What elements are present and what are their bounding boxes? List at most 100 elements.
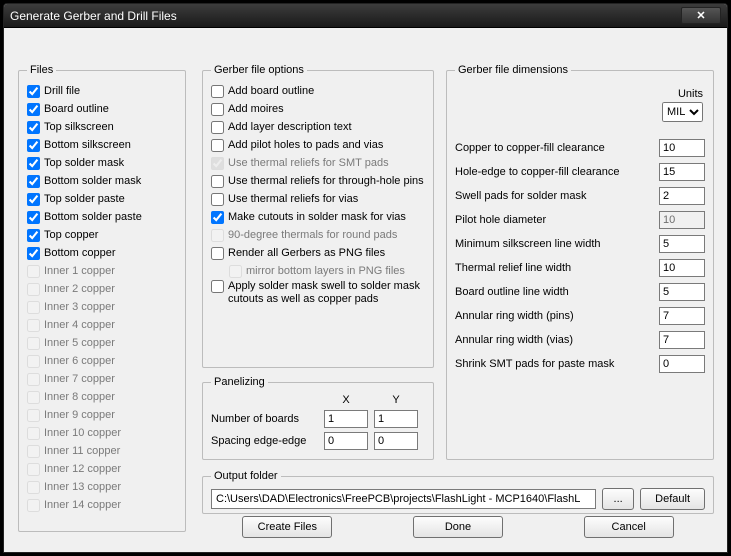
close-icon: ✕ bbox=[696, 9, 705, 22]
dimension-input[interactable] bbox=[659, 187, 705, 205]
files-label: Bottom silkscreen bbox=[44, 139, 131, 151]
button-row: Create Files Done Cancel bbox=[202, 516, 714, 538]
files-item: Inner 4 copper bbox=[27, 316, 177, 334]
files-label: Inner 4 copper bbox=[44, 319, 115, 331]
files-checkbox[interactable] bbox=[27, 175, 40, 188]
gerber-option-checkbox[interactable] bbox=[211, 103, 224, 116]
files-label: Inner 11 copper bbox=[44, 445, 120, 457]
gerber-options-group: Gerber file options Add board outlineAdd… bbox=[202, 64, 434, 368]
dimension-input[interactable] bbox=[659, 235, 705, 253]
dimension-input[interactable] bbox=[659, 259, 705, 277]
dimension-label: Hole-edge to copper-fill clearance bbox=[455, 166, 659, 178]
close-button[interactable]: ✕ bbox=[681, 7, 721, 24]
files-item: Bottom solder mask bbox=[27, 172, 177, 190]
gerber-option-checkbox[interactable] bbox=[211, 280, 224, 293]
files-item: Inner 10 copper bbox=[27, 424, 177, 442]
panelizing-row-label: Spacing edge-edge bbox=[211, 435, 321, 447]
dimension-row: Annular ring width (pins) bbox=[455, 304, 705, 328]
gerber-option-checkbox[interactable] bbox=[211, 211, 224, 224]
files-checkbox bbox=[27, 265, 40, 278]
files-checkbox[interactable] bbox=[27, 193, 40, 206]
files-label: Top silkscreen bbox=[44, 121, 114, 133]
files-checkbox[interactable] bbox=[27, 157, 40, 170]
files-item: Drill file bbox=[27, 82, 177, 100]
files-checkbox[interactable] bbox=[27, 121, 40, 134]
files-item: Bottom silkscreen bbox=[27, 136, 177, 154]
dimension-label: Annular ring width (pins) bbox=[455, 310, 659, 322]
gerber-option-item: 90-degree thermals for round pads bbox=[211, 226, 425, 244]
units-label: Units bbox=[662, 88, 703, 100]
done-button[interactable]: Done bbox=[413, 516, 503, 538]
files-checkbox[interactable] bbox=[27, 229, 40, 242]
files-label: Bottom copper bbox=[44, 247, 116, 259]
cancel-button[interactable]: Cancel bbox=[584, 516, 674, 538]
dimension-input[interactable] bbox=[659, 163, 705, 181]
gerber-option-checkbox[interactable] bbox=[211, 247, 224, 260]
files-checkbox[interactable] bbox=[27, 103, 40, 116]
gerber-option-checkbox bbox=[211, 157, 224, 170]
gerber-option-item: Use thermal reliefs for through-hole pin… bbox=[211, 172, 425, 190]
gerber-option-label: Use thermal reliefs for SMT pads bbox=[228, 157, 389, 169]
dimension-row: Swell pads for solder mask bbox=[455, 184, 705, 208]
default-button[interactable]: Default bbox=[640, 488, 705, 510]
dimension-input[interactable] bbox=[659, 355, 705, 373]
files-label: Bottom solder mask bbox=[44, 175, 141, 187]
gerber-option-label: Apply solder mask swell to solder mask c… bbox=[228, 280, 425, 306]
gerber-option-checkbox[interactable] bbox=[211, 175, 224, 188]
gerber-option-label: Render all Gerbers as PNG files bbox=[228, 247, 385, 259]
gerber-option-item: Use thermal reliefs for SMT pads bbox=[211, 154, 425, 172]
create-files-button[interactable]: Create Files bbox=[242, 516, 332, 538]
files-item: Inner 3 copper bbox=[27, 298, 177, 316]
files-label: Top solder mask bbox=[44, 157, 124, 169]
dimension-input[interactable] bbox=[659, 331, 705, 349]
browse-button[interactable]: ... bbox=[602, 488, 634, 510]
dimension-label: Pilot hole diameter bbox=[455, 214, 659, 226]
files-checkbox[interactable] bbox=[27, 247, 40, 260]
gerber-option-label: Add pilot holes to pads and vias bbox=[228, 139, 383, 151]
files-label: Inner 8 copper bbox=[44, 391, 115, 403]
output-path-input[interactable] bbox=[211, 489, 596, 509]
files-label: Top solder paste bbox=[44, 193, 125, 205]
files-group: Files Drill fileBoard outlineTop silkscr… bbox=[18, 64, 186, 532]
dimension-input[interactable] bbox=[659, 139, 705, 157]
panelizing-group: Panelizing X Y Number of boardsSpacing e… bbox=[202, 376, 434, 460]
files-label: Top copper bbox=[44, 229, 98, 241]
files-checkbox bbox=[27, 499, 40, 512]
gerber-option-item: Add pilot holes to pads and vias bbox=[211, 136, 425, 154]
files-checkbox[interactable] bbox=[27, 85, 40, 98]
gerber-option-checkbox[interactable] bbox=[211, 121, 224, 134]
dimension-label: Thermal relief line width bbox=[455, 262, 659, 274]
files-checkbox bbox=[27, 409, 40, 422]
panelizing-x-input[interactable] bbox=[324, 410, 368, 428]
dimension-row: Copper to copper-fill clearance bbox=[455, 136, 705, 160]
files-label: Inner 14 copper bbox=[44, 499, 121, 511]
panelizing-y-input[interactable] bbox=[374, 432, 418, 450]
gerber-option-label: 90-degree thermals for round pads bbox=[228, 229, 397, 241]
gerber-option-checkbox[interactable] bbox=[211, 85, 224, 98]
dimension-label: Board outline line width bbox=[455, 286, 659, 298]
gerber-option-item: Add board outline bbox=[211, 82, 425, 100]
dimension-input[interactable] bbox=[659, 307, 705, 325]
files-checkbox bbox=[27, 283, 40, 296]
files-checkbox bbox=[27, 427, 40, 440]
gerber-option-item: Render all Gerbers as PNG files bbox=[211, 244, 425, 262]
gerber-option-label: Use thermal reliefs for vias bbox=[228, 193, 358, 205]
gerber-option-item: mirror bottom layers in PNG files bbox=[229, 262, 425, 280]
files-item: Inner 5 copper bbox=[27, 334, 177, 352]
panelizing-legend: Panelizing bbox=[211, 376, 268, 388]
gerber-option-item: Use thermal reliefs for vias bbox=[211, 190, 425, 208]
gerber-option-label: Use thermal reliefs for through-hole pin… bbox=[228, 175, 424, 187]
panelizing-y-input[interactable] bbox=[374, 410, 418, 428]
files-checkbox[interactable] bbox=[27, 139, 40, 152]
gerber-option-checkbox[interactable] bbox=[211, 139, 224, 152]
files-checkbox bbox=[27, 373, 40, 386]
gerber-option-checkbox[interactable] bbox=[211, 193, 224, 206]
panelizing-x-input[interactable] bbox=[324, 432, 368, 450]
client-area: Files Drill fileBoard outlineTop silkscr… bbox=[4, 28, 727, 552]
units-select[interactable]: MIL bbox=[662, 102, 703, 122]
output-folder-group: Output folder ... Default bbox=[202, 470, 714, 514]
dimension-input[interactable] bbox=[659, 283, 705, 301]
files-item: Inner 7 copper bbox=[27, 370, 177, 388]
files-checkbox[interactable] bbox=[27, 211, 40, 224]
window-title: Generate Gerber and Drill Files bbox=[10, 9, 177, 23]
